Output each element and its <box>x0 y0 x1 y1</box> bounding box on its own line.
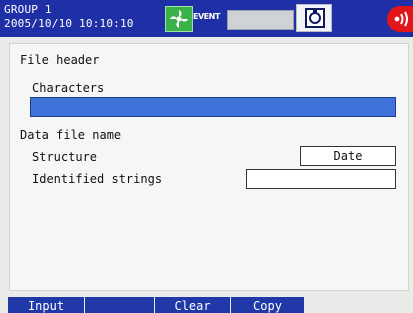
characters-input[interactable] <box>30 97 396 117</box>
clear-softkey[interactable]: Clear <box>155 297 231 313</box>
structure-label: Structure <box>32 150 98 164</box>
copy-softkey[interactable]: Copy <box>231 297 305 313</box>
event-status-box <box>227 10 294 30</box>
blank-softkey[interactable] <box>85 297 155 313</box>
date-time: 2005/10/10 10:10:10 <box>4 17 134 30</box>
file-header-heading: File header <box>20 53 100 67</box>
identified-strings-label: Identified strings <box>32 172 163 186</box>
event-fan-icon[interactable] <box>165 6 193 32</box>
structure-select[interactable]: Date <box>300 146 396 166</box>
group-name: GROUP 1 <box>4 3 52 16</box>
input-softkey[interactable]: Input <box>8 297 85 313</box>
save-media-icon[interactable] <box>296 4 332 32</box>
characters-label: Characters <box>32 81 105 95</box>
status-bar: GROUP 1 2005/10/10 10:10:10 EVENT <box>0 0 413 37</box>
data-file-name-heading: Data file name <box>20 128 122 142</box>
identified-strings-input[interactable] <box>246 169 396 189</box>
event-label: EVENT <box>193 12 220 21</box>
alarm-icon[interactable] <box>387 6 413 32</box>
